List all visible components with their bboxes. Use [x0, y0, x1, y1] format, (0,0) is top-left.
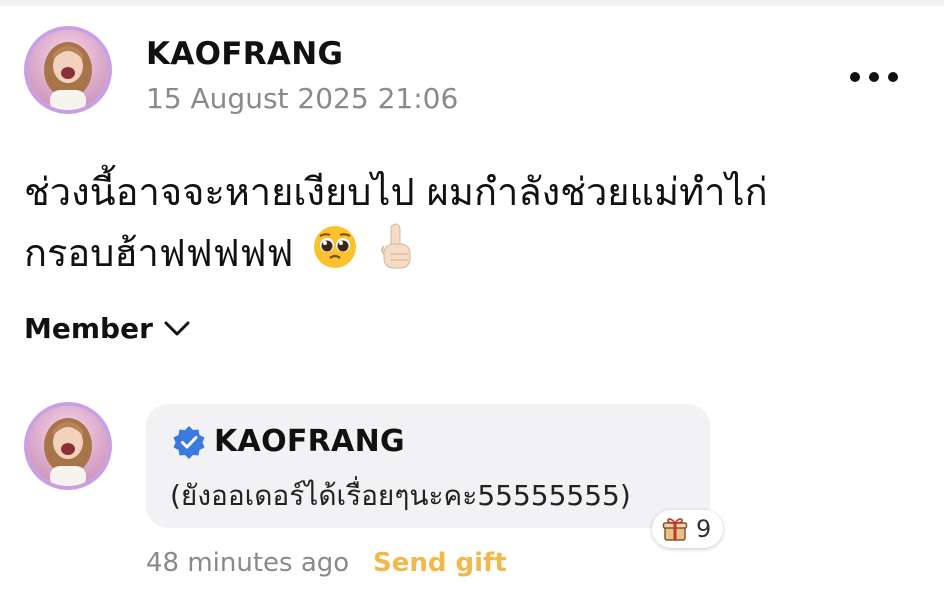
post-author-avatar[interactable] — [24, 26, 112, 114]
comment-text: (ยังออเดอร์ได้เรื่อยๆนะคะ55555555) — [170, 479, 631, 512]
comment-bubble[interactable]: KAOFRANG (ยังออเดอร์ได้เรื่อยๆนะคะ555555… — [146, 404, 710, 528]
gift-count: 9 — [696, 515, 712, 543]
more-dot — [869, 72, 879, 82]
more-dot — [888, 72, 898, 82]
comment-timestamp: 48 minutes ago — [146, 548, 350, 578]
gift-icon — [662, 518, 688, 541]
member-filter-dropdown[interactable]: Member — [24, 312, 191, 345]
verified-badge-icon — [173, 425, 205, 459]
more-horizontal-icon — [850, 72, 860, 82]
post-timestamp: 15 August 2025 21:06 — [146, 82, 459, 115]
chevron-down-icon — [164, 321, 190, 335]
post-body-line-2: กรอบฮ้าฟฟฟฟฟ — [24, 222, 924, 289]
index-pointing-up-icon — [376, 222, 416, 289]
post-body: ช่วงนี้อาจจะหายเงียบไป ผมกำลังช่วยแม่ทำไ… — [24, 162, 924, 289]
comment-author-name[interactable]: KAOFRANG — [214, 424, 405, 459]
avatar-image — [28, 406, 108, 486]
post-body-line-2-text: กรอบฮ้าฟฟฟฟฟ — [24, 231, 294, 275]
pleading-face-icon — [312, 224, 358, 287]
gift-count-badge[interactable]: 9 — [652, 510, 724, 548]
post-body-line-1: ช่วงนี้อาจจะหายเงียบไป ผมกำลังช่วยแม่ทำไ… — [24, 170, 768, 214]
post-author-name[interactable]: KAOFRANG — [146, 36, 343, 72]
top-divider — [0, 0, 944, 6]
avatar-image — [28, 30, 108, 110]
member-filter-label: Member — [24, 312, 153, 345]
more-options-button[interactable] — [846, 62, 902, 92]
comment-author-avatar[interactable] — [24, 402, 112, 490]
send-gift-button[interactable]: Send gift — [373, 548, 507, 578]
comment-author-row: KAOFRANG — [172, 424, 405, 459]
